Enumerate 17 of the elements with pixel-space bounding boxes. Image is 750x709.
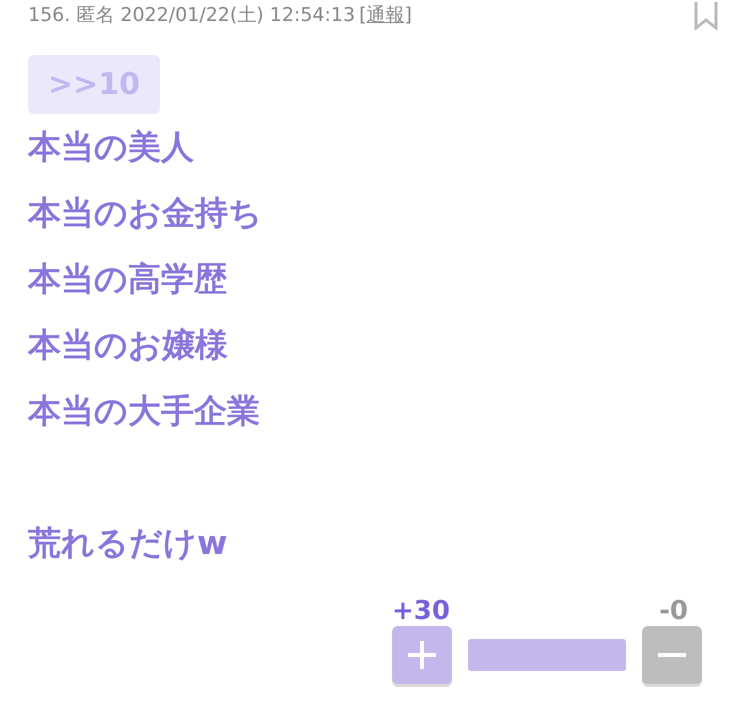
comment-line: 荒れるだけw [28, 522, 228, 564]
bracket: [ [359, 4, 367, 26]
bookmark-icon[interactable] [694, 2, 718, 30]
minus-icon [657, 652, 687, 658]
comment-line: 本当の美人 [28, 126, 195, 168]
upvote-button[interactable] [392, 626, 452, 684]
bracket: ] [404, 4, 412, 26]
plus-icon [407, 640, 437, 670]
comment-line: 本当のお金持ち [28, 192, 263, 234]
comment-line: 本当のお嬢様 [28, 324, 229, 366]
plus-count: +30 [392, 596, 450, 626]
report-link[interactable]: 通報 [366, 4, 405, 26]
downvote-button[interactable] [642, 626, 702, 684]
comment-line: 本当の大手企業 [28, 390, 261, 432]
post-meta: 156. 匿名 2022/01/22(土) 12:54:13 [28, 3, 356, 28]
comment-line: 本当の高学歴 [28, 258, 228, 300]
minus-count: -0 [659, 596, 688, 626]
